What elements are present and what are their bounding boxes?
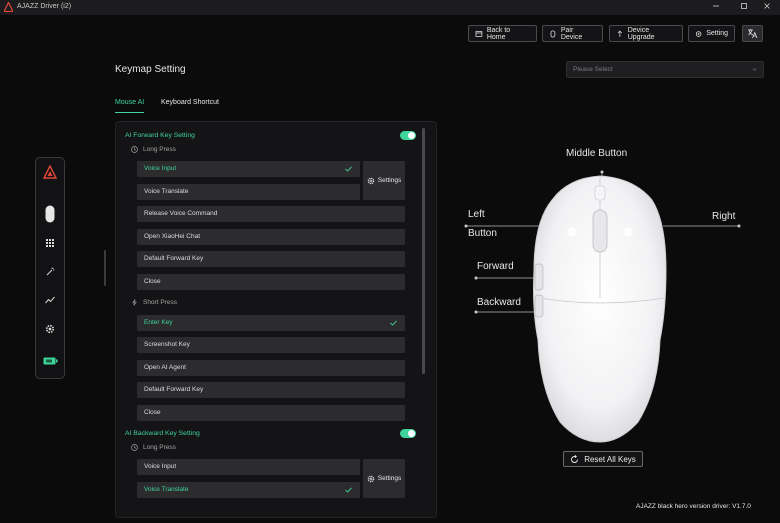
forward-short-option-screenshot-key[interactable]: Screenshot Key	[137, 337, 405, 353]
forward-option-open-xiaohei-chat[interactable]: Open XiaoHei Chat	[137, 229, 405, 245]
forward-option-close[interactable]: Close	[137, 274, 405, 290]
forward-short-option-close[interactable]: Close	[137, 405, 405, 421]
back-to-home-label: Back to Home	[486, 26, 511, 41]
forward-option-voice-input[interactable]: Voice Input	[137, 161, 360, 177]
label-right-button: Right	[712, 211, 736, 222]
device-upgrade-button[interactable]: Device Upgrade	[609, 25, 683, 42]
label-backward-button: Backward	[477, 297, 521, 308]
translate-icon	[748, 29, 758, 39]
close-icon	[764, 3, 770, 9]
active-tab-indicator	[115, 112, 144, 113]
upgrade-arrow-icon	[617, 30, 623, 37]
gear-icon	[695, 30, 702, 37]
check-icon	[345, 166, 352, 172]
keypad-icon	[46, 239, 54, 247]
sidebar-item-mouse[interactable]	[36, 205, 64, 223]
forward-option-default-forward-key[interactable]: Default Forward Key	[137, 251, 405, 267]
label-middle-button: Middle Button	[566, 148, 628, 159]
backward-section-title: AI Backward Key Setting	[125, 430, 200, 437]
chevron-down-icon	[752, 68, 757, 71]
clock-icon	[131, 146, 138, 153]
forward-short-option-default-forward-key[interactable]: Default Forward Key	[137, 382, 405, 398]
clock-icon	[131, 444, 138, 451]
lightning-icon	[132, 299, 137, 306]
ajazz-logo-icon	[43, 165, 57, 179]
gear-icon	[367, 475, 375, 482]
pair-device-button[interactable]: Pair Device	[542, 25, 603, 42]
reset-icon	[571, 454, 579, 463]
driver-version: AJAZZ black hero version driver: V1.7.0	[636, 503, 751, 510]
gear-icon	[45, 324, 55, 334]
forward-short-press-label: Short Press	[131, 299, 177, 306]
gear-icon	[367, 177, 375, 184]
left-sidebar	[35, 157, 65, 379]
tab-mouse-ai[interactable]: Mouse AI	[115, 99, 144, 106]
ajazz-logo-icon	[4, 2, 13, 12]
label-left-line1: Left	[468, 209, 485, 220]
minimize-button[interactable]	[703, 1, 729, 14]
language-button[interactable]	[742, 25, 763, 42]
setting-button[interactable]: Setting	[688, 25, 735, 42]
forward-short-option-open-ai-agent[interactable]: Open AI Agent	[137, 360, 405, 376]
check-icon	[345, 487, 352, 493]
forward-section-title: AI Forward Key Setting	[125, 132, 195, 139]
reset-all-keys-button[interactable]: Reset All Keys	[563, 451, 643, 467]
back-to-home-button[interactable]: Back to Home	[468, 25, 537, 42]
title-bar: AJAZZ Driver (i2)	[0, 0, 780, 15]
select-placeholder: Please Select	[573, 66, 613, 73]
window-title: AJAZZ Driver (i2)	[17, 3, 72, 10]
backward-option-voice-input[interactable]: Voice Input	[137, 459, 360, 475]
mouse-icon	[550, 29, 556, 38]
label-left-line2: Button	[468, 228, 497, 239]
minimize-icon	[713, 5, 719, 7]
backward-long-press-label: Long Press	[131, 444, 176, 451]
page-title: Keymap Setting	[115, 64, 186, 75]
forward-short-option-enter-key[interactable]: Enter Key	[137, 315, 405, 331]
battery-icon	[43, 357, 57, 365]
preset-select[interactable]: Please Select	[566, 61, 764, 78]
magic-wand-icon	[46, 267, 54, 276]
mouse-icon	[45, 205, 55, 223]
sidebar-item-performance[interactable]	[36, 296, 64, 304]
home-icon	[475, 30, 483, 37]
tab-keyboard-shortcut[interactable]: Keyboard Shortcut	[161, 99, 219, 106]
pair-device-label: Pair Device	[560, 26, 583, 41]
mouse-body	[533, 175, 667, 443]
sidebar-collapse-handle[interactable]	[104, 250, 106, 286]
sidebar-item-battery[interactable]	[36, 357, 64, 365]
sidebar-logo	[36, 165, 64, 179]
backward-toggle[interactable]	[400, 429, 416, 438]
forward-toggle[interactable]	[400, 131, 416, 140]
backward-side-button[interactable]	[534, 294, 544, 318]
forward-settings-button[interactable]: Settings	[363, 161, 405, 200]
close-window-button[interactable]	[754, 1, 780, 14]
label-forward-button: Forward	[477, 261, 514, 272]
line-chart-icon	[45, 296, 55, 304]
forward-long-press-label: Long Press	[131, 146, 176, 153]
scroll-wheel[interactable]	[592, 209, 608, 253]
check-icon	[390, 320, 397, 326]
panel-scrollbar[interactable]	[422, 128, 425, 374]
sidebar-item-settings[interactable]	[36, 324, 64, 334]
sidebar-item-keys[interactable]	[36, 239, 64, 247]
forward-option-voice-translate[interactable]: Voice Translate	[137, 184, 360, 200]
device-upgrade-label: Device Upgrade	[627, 26, 655, 41]
setting-label: Setting	[706, 30, 728, 37]
backward-option-voice-translate[interactable]: Voice Translate	[137, 482, 360, 498]
backward-settings-button[interactable]: Settings	[363, 459, 405, 498]
sidebar-item-lighting[interactable]	[36, 267, 64, 276]
maximize-icon	[741, 3, 747, 9]
forward-option-release-voice-command[interactable]: Release Voice Command	[137, 206, 405, 222]
forward-side-button[interactable]	[534, 263, 544, 291]
